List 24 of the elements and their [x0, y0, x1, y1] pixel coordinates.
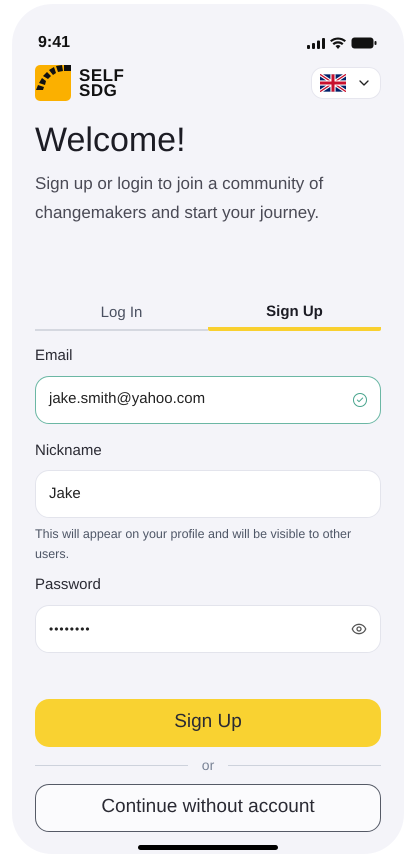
tab[interactable]: Log In: [35, 297, 208, 331]
field-label: Nickname: [35, 440, 103, 460]
sign-up-button[interactable]: Sign Up: [35, 698, 381, 746]
field-label: Password: [35, 575, 102, 595]
input-field[interactable]: Jake: [35, 470, 381, 518]
signal-icon: [307, 38, 325, 48]
wifi-icon: [330, 37, 346, 49]
language-selector[interactable]: [311, 67, 381, 99]
battery-icon: [351, 37, 377, 49]
logo-text: SELF: [79, 68, 124, 83]
help-text: This will appear on your profile and will be visible to other users.: [35, 526, 352, 563]
divider-text: or: [202, 756, 214, 774]
input-field[interactable]: jake.smith@yahoo.com: [35, 376, 381, 424]
status-time: 9:41: [38, 33, 70, 53]
logo-text: SDG: [79, 83, 118, 98]
welcome-subtitle: Sign up or login to join a community of changemakers and start your journey.: [35, 173, 324, 224]
eye-icon[interactable]: [351, 620, 367, 636]
welcome-title: Welcome!: [35, 120, 187, 161]
continue-without-account-button[interactable]: Continue without account: [35, 784, 381, 832]
uk-flag-icon: [320, 74, 346, 92]
password-field[interactable]: ••••••••: [35, 604, 381, 652]
tab[interactable]: Sign Up: [208, 297, 381, 331]
field-label: Email: [35, 346, 74, 366]
logo-icon: [35, 65, 71, 101]
